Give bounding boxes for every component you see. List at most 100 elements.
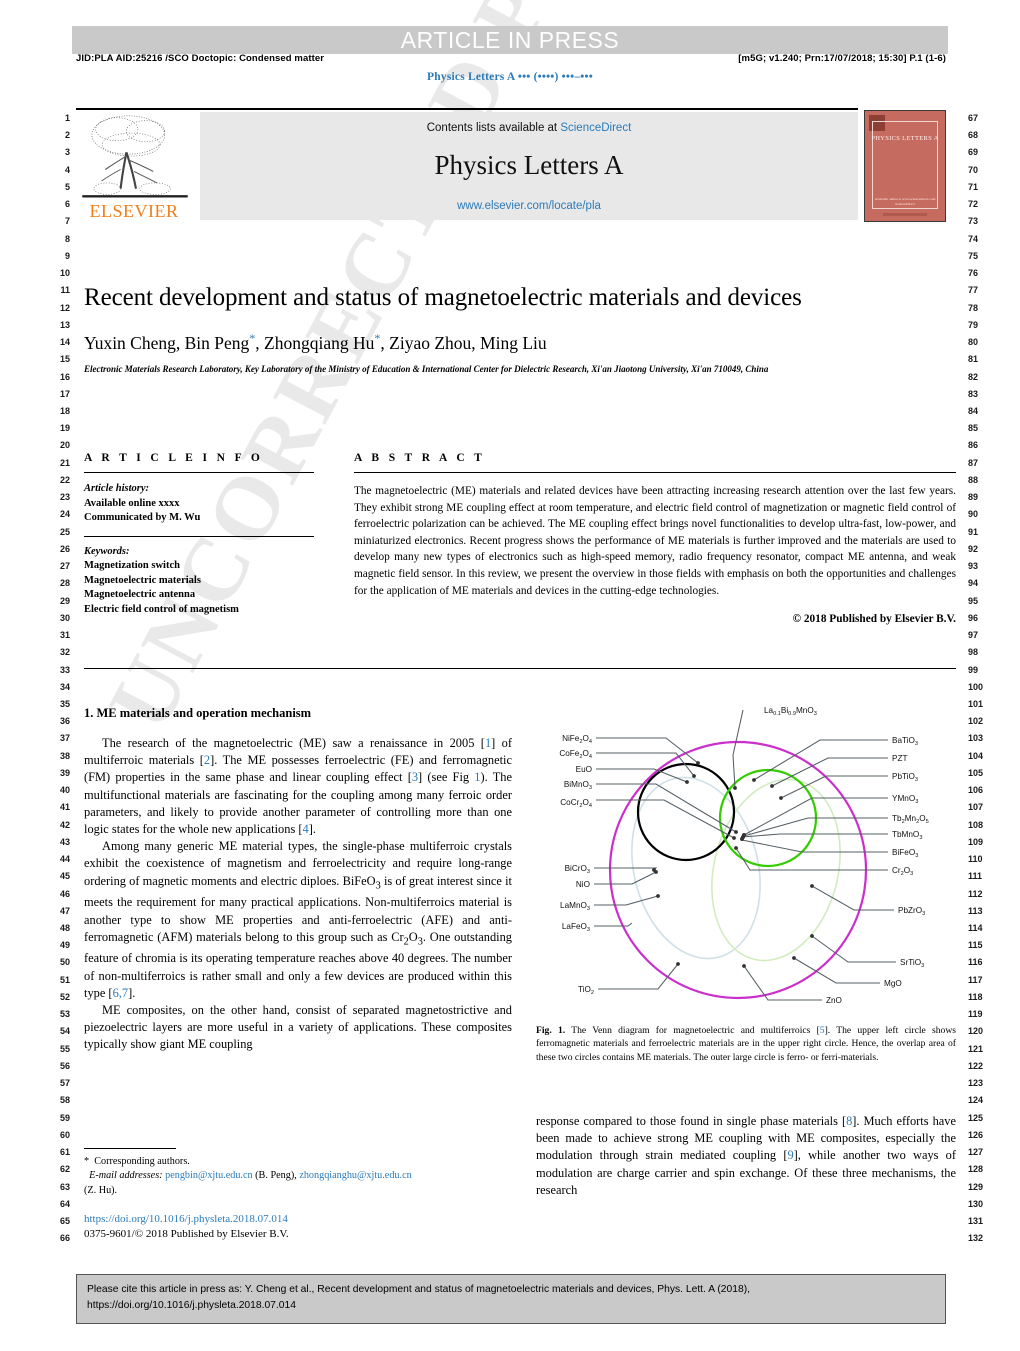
running-head: Physics Letters A ••• (••••) •••–••• [427,71,593,83]
right-dots [734,778,814,968]
cover-title-text: PHYSICS LETTERS A [871,135,939,142]
keywords-label: Keywords: [84,545,130,557]
email-owner-2: (Z. Hu). [84,1184,118,1196]
email-link-1[interactable]: pengbin@xjtu.edu.cn [165,1170,252,1181]
masthead-top-rule [76,108,858,110]
paragraph-4: response compared to those found in sing… [536,1114,956,1197]
footnote-rule [84,1148,176,1149]
label-bimno3: BiMnO3 [564,780,592,791]
author-group-3: , Ziyao Zhou, Ming Liu [380,332,547,353]
label-cr2o3: Cr2O3 [892,866,913,877]
jid-right-text: [m5G; v1.240; Prn:17/07/2018; 15:30] P.1… [738,53,946,64]
doi-link[interactable]: https://doi.org/10.1016/j.physleta.2018.… [84,1212,512,1227]
label-cocr2o4: CoCr2O4 [560,798,592,809]
journal-cover-thumbnail: PHYSICS LETTERS A Available online at ww… [864,110,946,222]
corresponding-authors-note: Corresponding authors. [94,1156,190,1167]
venn-diagram: .lead { stroke:#555f66; stroke-width:1.0… [559,706,928,1005]
label-tbmno3: TbMnO3 [892,830,922,841]
label-pbzro3: PbZrO3 [898,906,925,917]
masthead-box: Contents lists available at ScienceDirec… [200,112,858,220]
body-column-right: response compared to those found in sing… [536,1113,956,1199]
contents-prefix: Contents lists available at [426,122,561,134]
label-euo: EuO [576,765,592,774]
label-bicro3: BiCrO3 [565,864,590,875]
journal-title: Physics Letters A [434,150,624,180]
label-tio2: TiO2 [578,985,594,996]
article-info-heading: A R T I C L E I N F O [84,452,264,464]
elsevier-wordmark: ELSEVIER [89,201,179,221]
figure-caption-text: The Venn diagram for magnetoelectric and… [536,1025,956,1063]
jid-line: JID:PLA AID:25216 /SCO Doctopic: Condens… [76,53,946,64]
cite-line-1: Please cite this article in press as: Y.… [87,1284,750,1295]
article-in-press-label: ARTICLE IN PRESS [400,27,620,53]
asterisk-icon: * [84,1156,90,1167]
email-link-2[interactable]: zhongqianghu@xjtu.edu.cn [299,1170,411,1181]
left-dots [652,761,738,966]
label-lamno3: LaMnO3 [560,901,590,912]
sciencedirect-link[interactable]: ScienceDirect [560,122,631,134]
paragraph-3: ME composites, on the other hand, consis… [84,1002,512,1052]
title-block: Recent development and status of magneto… [84,282,954,376]
abstract-heading: A B S T R A C T [354,452,486,464]
label-nife2o4: NiFe2O4 [562,734,592,745]
jid-left-text: JID:PLA AID:25216 /SCO Doctopic: Condens… [76,53,325,64]
keyword-3: Electric field control of magnetism [84,603,239,615]
venn-labels: La0.1Bi0.9MnO3 NiFe2O4 CoFe2O4 EuO BiMnO… [559,706,928,1005]
line-numbers-left: 1 2 3 4 5 6 7 8 9 10 11 12 13 14 15 16 17 18 19 20 21 22 23 24 2… [59,113,70,1244]
cover-bottom-bar [883,213,927,216]
label-cofe2o4: CoFe2O4 [559,749,592,760]
keywords-block: Keywords: Magnetization switch Magnetoel… [84,545,314,618]
figure-caption: Fig. 1. The Venn diagram for magnetoelec… [536,1024,956,1064]
abstract-text: The magnetoelectric (ME) materials and r… [354,485,956,597]
article-in-press-banner: ARTICLE IN PRESS [72,26,948,54]
figure-1: .lead { stroke:#555f66; stroke-width:1.0… [536,700,956,1064]
issn-copyright-line: 0375-9601/© 2018 Published by Elsevier B… [84,1228,289,1241]
label-bifeo3: BiFeO3 [892,848,918,859]
figure-caption-label: Fig. 1. [536,1025,566,1036]
paragraph-1: The research of the magnetoelectric (ME)… [84,736,513,837]
footnote-text: * Corresponding authors. E-mail addresse… [84,1155,512,1198]
footnote-block: * Corresponding authors. E-mail addresse… [84,1148,512,1242]
doi-block: https://doi.org/10.1016/j.physleta.2018.… [84,1212,512,1242]
cite-article-footer: Please cite this article in press as: Y.… [76,1274,946,1324]
info-rule-top [84,472,314,473]
keyword-0: Magnetization switch [84,560,180,571]
label-pzt: PZT [892,754,907,763]
affiliation: Electronic Materials Research Laboratory… [84,363,769,374]
abstract-rule-bottom [84,668,956,669]
label-la-bi-mno3: La0.1Bi0.9MnO3 [764,706,817,717]
article-info-column: A R T I C L E I N F O Article history: A… [84,452,314,617]
history-line-0: Available online xxxx [84,497,180,509]
cover-footer-text: Available online at www.sciencedirect.co… [874,196,936,206]
paragraph-2: Among many generic ME material types, th… [84,839,513,1000]
line-numbers-right: 67 68 69 70 71 72 73 74 75 76 77 78 79 80 81 82 83 84 85 86… [968,113,984,1244]
author-group-1: Yuxin Cheng, Bin Peng [84,332,250,353]
author-group-2: , Zhongqiang Hu [255,332,375,353]
label-batio3: BaTiO3 [892,736,918,747]
author-list: Yuxin Cheng, Bin Peng*, Zhongqiang Hu*, … [84,331,954,354]
email-owner-1: (B. Peng), [255,1170,297,1182]
contents-available-line: Contents lists available at ScienceDirec… [200,122,858,134]
page-title: Recent development and status of magneto… [84,284,802,311]
article-history: Article history: Available online xxxx C… [84,482,314,526]
abstract-copyright: © 2018 Published by Elsevier B.V. [792,613,956,626]
label-tb2mn2o5: Tb2Mn2O5 [892,814,929,825]
journal-masthead: ELSEVIER Contents lists available at Sci… [76,108,946,224]
cite-line-2[interactable]: https://doi.org/10.1016/j.physleta.2018.… [87,1298,935,1314]
article-history-label: Article history: [84,483,150,494]
label-ymno3: YMnO3 [892,794,918,805]
email-addresses-label: E-mail addresses: [89,1170,163,1182]
abstract-column: A B S T R A C T The magnetoelectric (ME)… [354,452,956,625]
elsevier-tree-icon [82,115,188,198]
elsevier-logo: ELSEVIER [76,112,194,224]
body-column-left: 1. ME materials and operation mechanism … [84,706,512,1054]
label-mgo: MgO [884,979,902,988]
history-line-1: Communicated by M. Wu [84,512,201,523]
label-lafeo3: LaFeO3 [562,922,590,933]
abstract-rule-top [354,472,956,473]
keyword-2: Magnetoelectric antenna [84,589,196,600]
journal-homepage-link[interactable]: www.elsevier.com/locate/pla [200,200,858,212]
info-rule-mid [84,535,314,537]
keyword-1: Magnetoelectric materials [84,574,201,586]
label-srtio3: SrTiO3 [900,958,924,969]
